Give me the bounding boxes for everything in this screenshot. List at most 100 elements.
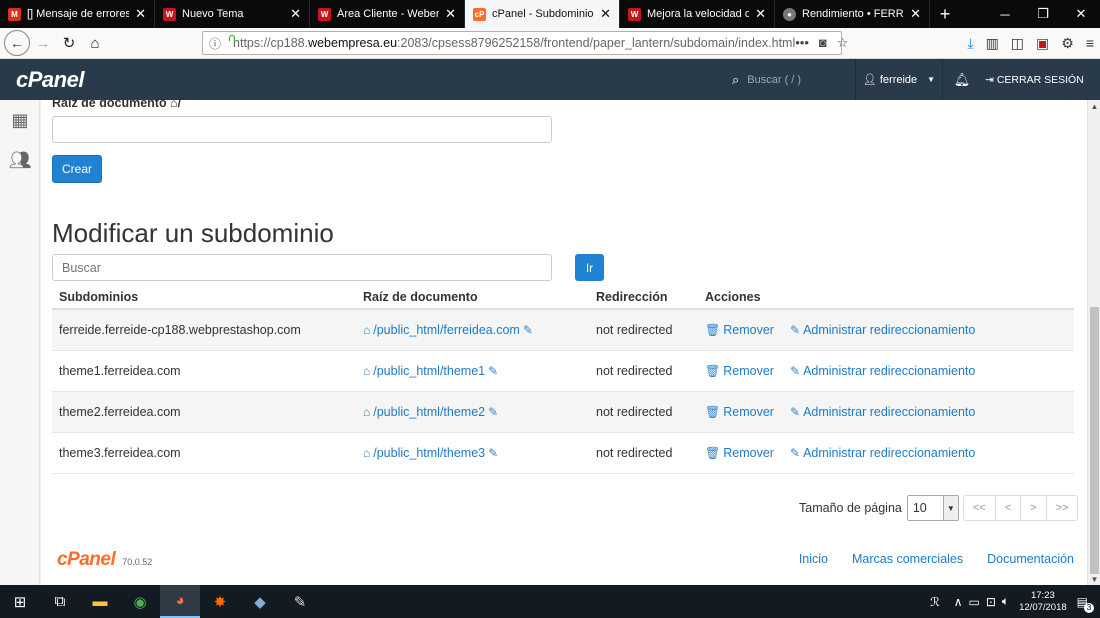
minimize-icon[interactable]: ─ — [986, 0, 1024, 28]
users-icon[interactable]: 👥︎ — [0, 140, 40, 180]
close-window-icon[interactable]: ✕ — [1062, 0, 1100, 28]
clock[interactable]: 17:23 12/07/2018 — [1019, 590, 1067, 614]
file-explorer-icon[interactable]: ▬ — [80, 585, 120, 618]
document-root-link[interactable]: ⌂/public_html/theme2 ✎ — [363, 405, 501, 419]
manage-redirect-button[interactable]: ✎ Administrar redireccionamiento — [790, 323, 975, 337]
chrome-taskbar-icon[interactable]: ◉ — [120, 585, 160, 618]
pocket-icon[interactable]: ◙ — [819, 35, 827, 51]
subdomain-search-input[interactable] — [52, 254, 552, 281]
remove-button[interactable]: 🗑︎ Remover — [705, 364, 790, 378]
document-root-text: /public_html/theme3 — [373, 446, 486, 460]
volume-icon[interactable]: 🔈︎ — [1002, 594, 1009, 609]
pencil-icon[interactable]: ✎ — [488, 405, 498, 419]
browser-tab-4[interactable]: W Mejora la velocidad de tu ✕ — [620, 0, 775, 28]
footer-link-trademarks[interactable]: Marcas comerciales — [852, 552, 963, 566]
logout-button[interactable]: ⇥ CERRAR SESIÓN — [985, 59, 1095, 100]
close-icon[interactable]: ✕ — [445, 6, 456, 22]
user-tray-icon[interactable]: ℛ — [930, 595, 940, 609]
browser-tab-5[interactable]: ● Rendimiento • FERREIDEA ✕ — [775, 0, 930, 28]
column-header[interactable]: Raíz de documento — [358, 290, 590, 304]
subdomains-table: Subdominios Raíz de documento Redirecció… — [52, 285, 1074, 474]
page-scrollbar[interactable]: ▲ ▼ — [1087, 100, 1100, 585]
go-button[interactable]: Ir — [575, 254, 604, 281]
notifications-icon[interactable]: ▤ 3 — [1077, 595, 1094, 613]
home-icon[interactable]: ⌂ — [82, 30, 108, 56]
browser-tab-1[interactable]: W Nuevo Tema ✕ — [155, 0, 310, 28]
user-menu[interactable]: 👤︎ ferreide ▼ — [855, 59, 943, 100]
last-page-button[interactable]: >> — [1045, 495, 1079, 521]
scroll-down-icon[interactable]: ▼ — [1088, 573, 1100, 585]
create-button[interactable]: Crear — [52, 155, 102, 183]
grid-icon[interactable]: ▦ — [0, 100, 40, 140]
task-view-icon[interactable]: ⧉ — [40, 585, 80, 618]
browser-tab-0[interactable]: M [] Mensaje de errores en ✕ — [0, 0, 155, 28]
remove-button[interactable]: 🗑︎ Remover — [705, 446, 790, 460]
battery-icon[interactable]: ▭ — [969, 595, 980, 609]
manage-redirect-button[interactable]: ✎ Administrar redireccionamiento — [790, 405, 975, 419]
sidebar-icon[interactable]: ◫ — [1011, 35, 1024, 52]
close-icon[interactable]: ✕ — [755, 6, 766, 22]
caret-down-icon: ▼ — [927, 75, 936, 84]
pencil-icon[interactable]: ✎ — [523, 323, 533, 337]
bookmark-star-icon[interactable]: ☆ — [837, 35, 849, 51]
app-taskbar-icon[interactable]: ◆ — [240, 585, 280, 618]
url-bar[interactable]: ⓘ https://cp188. webempresa.eu:2083/cpses… — [202, 31, 848, 55]
manage-redirect-button[interactable]: ✎ Administrar redireccionamiento — [790, 364, 975, 378]
cpanel-logo[interactable]: cPanel — [16, 67, 84, 93]
remove-button[interactable]: 🗑︎ Remover — [705, 405, 790, 419]
document-root-text: /public_html/theme2 — [373, 405, 486, 419]
prev-page-button[interactable]: < — [994, 495, 1022, 521]
browser-tab-strip: M [] Mensaje de errores en ✕ W Nuevo Tem… — [0, 0, 1100, 28]
close-icon[interactable]: ✕ — [135, 6, 146, 22]
scrollbar-thumb[interactable] — [1090, 307, 1099, 574]
menu-icon[interactable]: ≡ — [1086, 35, 1094, 51]
firefox-taskbar-icon[interactable]: ◕ — [160, 585, 200, 618]
chevron-up-icon[interactable]: ∧ — [954, 595, 963, 609]
close-icon[interactable]: ✕ — [290, 6, 301, 22]
document-root-link[interactable]: ⌂/public_html/theme1 ✎ — [363, 364, 501, 378]
extension-icon[interactable]: ▣ — [1036, 35, 1049, 52]
close-icon[interactable]: ✕ — [910, 6, 921, 22]
manage-redirect-label: Administrar redireccionamiento — [803, 405, 976, 419]
scroll-up-icon[interactable]: ▲ — [1088, 100, 1100, 112]
download-icon[interactable]: ⤓ — [967, 35, 973, 52]
close-icon[interactable]: ✕ — [600, 6, 611, 22]
document-root-input[interactable] — [52, 116, 552, 143]
browser-tab-2[interactable]: W Área Cliente - Webempr ✕ — [310, 0, 465, 28]
new-tab-icon[interactable]: + — [930, 0, 960, 28]
next-page-button[interactable]: > — [1020, 495, 1047, 521]
info-icon[interactable]: ⓘ — [209, 35, 221, 52]
column-header[interactable]: Redirección — [590, 290, 699, 304]
first-page-button[interactable]: << — [962, 495, 996, 521]
network-icon[interactable]: ⊡ — [986, 595, 996, 609]
footer-link-home[interactable]: Inicio — [799, 552, 828, 566]
pencil-icon[interactable]: ✎ — [488, 364, 498, 378]
subdomain-name: theme2.ferreidea.com — [59, 405, 181, 419]
paint-taskbar-icon[interactable]: ✎ — [280, 585, 320, 618]
windows-start-icon[interactable]: ⊞ — [0, 585, 40, 618]
bell-icon[interactable]: 🔔︎ — [944, 59, 980, 100]
library-icon[interactable]: ▥ — [986, 35, 999, 52]
manage-redirect-button[interactable]: ✎ Administrar redireccionamiento — [790, 446, 975, 460]
avast-taskbar-icon[interactable]: ✸ — [200, 585, 240, 618]
redirection-status: not redirected — [596, 405, 673, 419]
document-root-text: /public_html/ferreidea.com — [373, 323, 520, 337]
extension-badge-icon[interactable]: ⚙ — [1061, 35, 1074, 52]
page-size-select[interactable]: 10 ▼ — [906, 495, 959, 521]
document-root-link[interactable]: ⌂/public_html/theme3 ✎ — [363, 446, 501, 460]
subdomain-name: theme1.ferreidea.com — [59, 364, 181, 378]
reload-icon[interactable]: ↻ — [56, 30, 82, 56]
more-icon[interactable]: ••• — [795, 35, 809, 51]
forward-icon[interactable]: → — [30, 30, 56, 56]
column-header[interactable]: Subdominios — [52, 290, 358, 304]
logout-label: CERRAR SESIÓN — [996, 73, 1084, 86]
footer-link-docs[interactable]: Documentación — [987, 552, 1074, 566]
back-icon[interactable]: ← — [4, 30, 30, 56]
remove-button[interactable]: 🗑︎ Remover — [705, 323, 790, 337]
cpanel-search[interactable]: ⌕ Buscar ( / ) — [718, 59, 855, 100]
document-root-link[interactable]: ⌂/public_html/ferreidea.com ✎ — [363, 323, 536, 337]
pencil-icon[interactable]: ✎ — [488, 446, 498, 460]
restore-icon[interactable]: ❐ — [1024, 0, 1062, 28]
trash-icon: 🗑︎ — [705, 405, 721, 419]
browser-tab-3[interactable]: cP cPanel - Subdominios ✕ — [465, 0, 620, 28]
